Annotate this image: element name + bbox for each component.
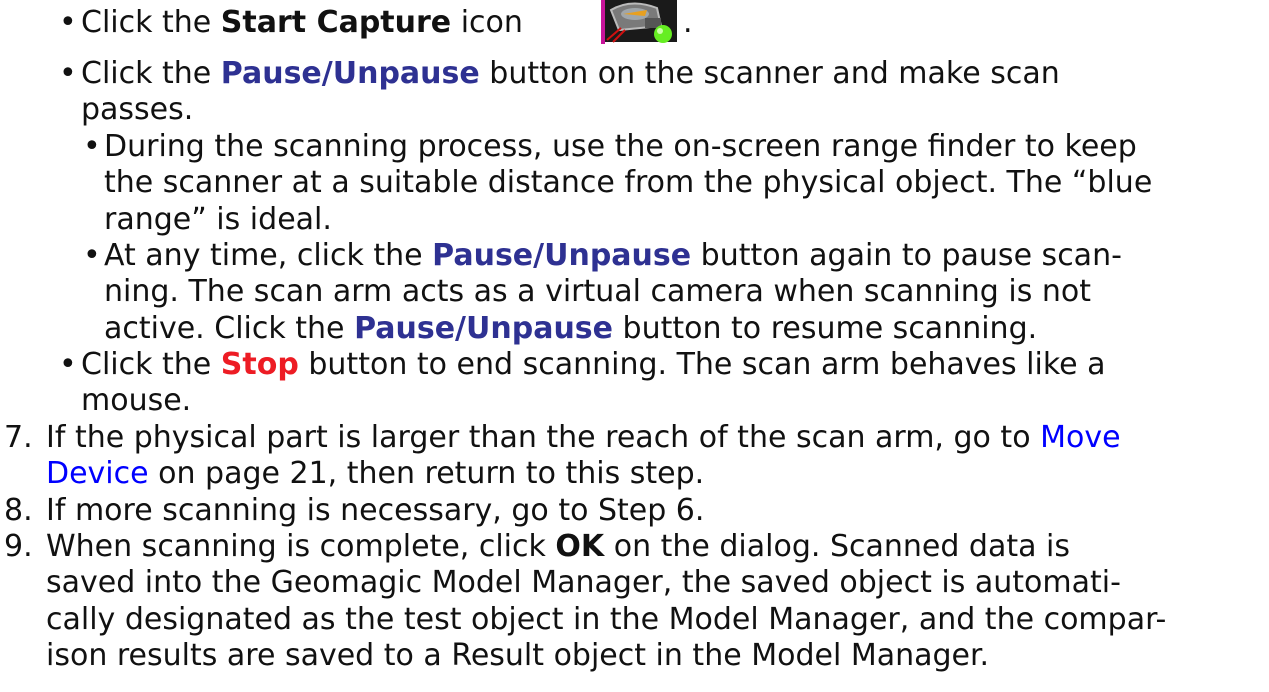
move-device-link[interactable]: Move: [1040, 420, 1120, 455]
move-device-link[interactable]: Device: [46, 456, 149, 491]
pause-unpause-term: Pause/Unpause: [220, 56, 480, 91]
range-finder-line2: the scanner at a suitable distance from …: [104, 165, 1153, 200]
step-number: 8.: [4, 493, 33, 528]
start-capture-icon: [601, 0, 679, 44]
stop-instruction-line2: mouse.: [81, 383, 192, 418]
sentence-period: .: [683, 5, 693, 40]
step7-line1: If the physical part is larger than the …: [46, 420, 1121, 455]
step9-line4: ison results are saved to a Result objec…: [46, 638, 990, 673]
step7-line2: Device on page 21, then return to this s…: [46, 456, 705, 491]
sub-bullet-marker: •: [83, 238, 101, 273]
step8-text: If more scanning is necessary, go to Ste…: [46, 493, 705, 528]
bullet-marker: •: [59, 5, 77, 40]
step-number: 7.: [4, 420, 33, 455]
ok-term: OK: [555, 529, 605, 564]
pause-again-line1: At any time, click the Pause/Unpause but…: [104, 238, 1122, 273]
step9-line2: saved into the Geomagic Model Manager, t…: [46, 565, 1121, 600]
stop-instruction-line1: Click the Stop button to end scanning. T…: [81, 347, 1106, 382]
stop-term: Stop: [220, 347, 299, 382]
pause-unpause-term: Pause/Unpause: [354, 311, 614, 346]
range-finder-line3: range” is ideal.: [104, 202, 332, 237]
step9-line3: cally designated as the test object in t…: [46, 602, 1167, 637]
pause-instruction-line1: Click the Pause/Unpause button on the sc…: [81, 56, 1060, 91]
bullet-marker: •: [59, 56, 77, 91]
pause-instruction-line2: passes.: [81, 92, 194, 127]
bullet-marker: •: [59, 347, 77, 382]
sub-bullet-marker: •: [83, 129, 101, 164]
step-number: 9.: [4, 529, 33, 564]
start-capture-term: Start Capture: [220, 5, 452, 40]
pause-again-line2: ning. The scan arm acts as a virtual cam…: [104, 274, 1092, 309]
pause-unpause-term: Pause/Unpause: [432, 238, 692, 273]
step9-line1: When scanning is complete, click OK on t…: [46, 529, 1071, 564]
pause-again-line3: active. Click the Pause/Unpause button t…: [104, 311, 1038, 346]
range-finder-line1: During the scanning process, use the on-…: [104, 129, 1137, 164]
start-capture-instruction: Click the Start Capture icon: [81, 5, 523, 40]
